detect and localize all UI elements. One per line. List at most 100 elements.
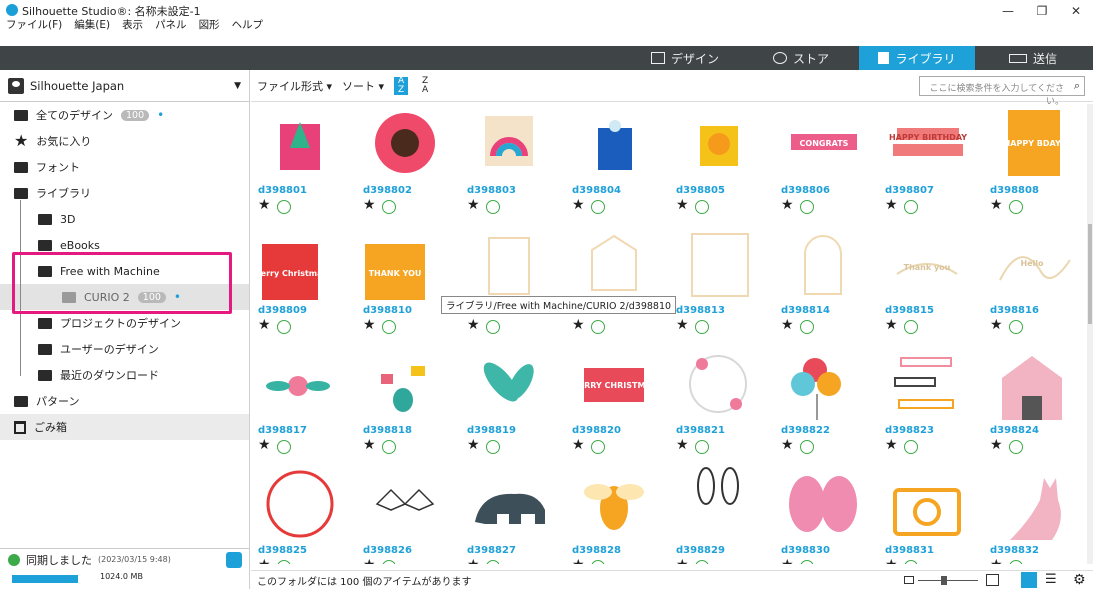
- design-card[interactable]: Merry Christmas d398809 ★: [258, 224, 358, 344]
- favorite-star-icon[interactable]: ★: [572, 557, 585, 564]
- design-card[interactable]: d398829★: [676, 464, 776, 564]
- design-card[interactable]: HAPPY BIRTHDAY d398807 ★: [885, 104, 985, 224]
- sidebar-item-user-designs[interactable]: ユーザーのデザイン: [0, 336, 249, 362]
- design-card[interactable]: d398811★: [467, 224, 567, 344]
- design-card[interactable]: d398803 ★: [467, 104, 567, 224]
- design-card[interactable]: MERRY CHRISTMAS d398820 ★: [572, 344, 672, 464]
- menu-edit[interactable]: 編集(E): [74, 17, 110, 31]
- favorite-star-icon[interactable]: ★: [990, 437, 1003, 453]
- design-card[interactable]: HAPPY BDAY! d398808 ★: [990, 104, 1086, 224]
- tab-design[interactable]: デザイン: [627, 46, 743, 70]
- favorite-star-icon[interactable]: ★: [258, 437, 271, 453]
- design-card[interactable]: d398805 ★: [676, 104, 776, 224]
- favorite-star-icon[interactable]: ★: [467, 437, 480, 453]
- sort-az-icon[interactable]: AZ: [394, 76, 409, 95]
- file-type-filter[interactable]: ファイル形式 ▾: [257, 78, 332, 94]
- menu-help[interactable]: ヘルプ: [232, 17, 264, 31]
- favorite-star-icon[interactable]: ★: [467, 317, 480, 333]
- thumbnail-size-slider[interactable]: [918, 580, 978, 581]
- sidebar-item-favorites[interactable]: ★ お気に入り: [0, 128, 249, 154]
- favorite-star-icon[interactable]: ★: [258, 317, 271, 333]
- menu-file[interactable]: ファイル(F): [6, 17, 62, 31]
- favorite-star-icon[interactable]: ★: [572, 437, 585, 453]
- search-input[interactable]: ここに検索条件を入力してください。 ⌕: [919, 76, 1085, 107]
- design-card[interactable]: d398827★: [467, 464, 567, 564]
- sort-za-icon[interactable]: ZA: [418, 76, 432, 95]
- design-card[interactable]: d398819 ★: [467, 344, 567, 464]
- favorite-star-icon[interactable]: ★: [363, 197, 376, 213]
- design-card[interactable]: d398802 ★: [363, 104, 463, 224]
- menu-view[interactable]: 表示: [122, 17, 143, 31]
- favorite-star-icon[interactable]: ★: [990, 557, 1003, 564]
- favorite-star-icon[interactable]: ★: [676, 557, 689, 564]
- favorite-star-icon[interactable]: ★: [363, 317, 376, 333]
- favorite-star-icon[interactable]: ★: [676, 197, 689, 213]
- design-card[interactable]: d398814 ★: [781, 224, 881, 344]
- favorite-star-icon[interactable]: ★: [781, 557, 794, 564]
- favorite-star-icon[interactable]: ★: [885, 197, 898, 213]
- sidebar-item-recent-downloads[interactable]: 最近のダウンロード: [0, 362, 249, 388]
- gear-icon[interactable]: ⚙: [1073, 572, 1086, 588]
- grid-scrollbar[interactable]: [1087, 104, 1093, 564]
- favorite-star-icon[interactable]: ★: [676, 317, 689, 333]
- favorite-star-icon[interactable]: ★: [990, 317, 1003, 333]
- scrollbar-thumb[interactable]: [1088, 224, 1092, 324]
- favorite-star-icon[interactable]: ★: [467, 557, 480, 564]
- sidebar-item-library[interactable]: ライブラリ: [0, 180, 249, 206]
- maximize-button[interactable]: ❐: [1025, 0, 1059, 24]
- favorite-star-icon[interactable]: ★: [885, 557, 898, 564]
- favorite-star-icon[interactable]: ★: [781, 437, 794, 453]
- favorite-star-icon[interactable]: ★: [467, 197, 480, 213]
- design-card[interactable]: d398826★: [363, 464, 463, 564]
- design-card[interactable]: d398822 ★: [781, 344, 881, 464]
- sort-dropdown[interactable]: ソート ▾: [342, 78, 384, 94]
- design-card[interactable]: d398804 ★: [572, 104, 672, 224]
- favorite-star-icon[interactable]: ★: [885, 437, 898, 453]
- design-card[interactable]: d398831★: [885, 464, 985, 564]
- favorite-star-icon[interactable]: ★: [781, 317, 794, 333]
- favorite-star-icon[interactable]: ★: [885, 317, 898, 333]
- favorite-star-icon[interactable]: ★: [258, 557, 271, 564]
- design-card[interactable]: d398801 ★: [258, 104, 358, 224]
- grid-view-icon[interactable]: [1021, 572, 1037, 588]
- favorite-star-icon[interactable]: ★: [990, 197, 1003, 213]
- design-card[interactable]: d398813 ★: [676, 224, 776, 344]
- favorite-star-icon[interactable]: ★: [363, 557, 376, 564]
- menu-panel[interactable]: パネル: [155, 17, 187, 31]
- sidebar-item-3d[interactable]: 3D: [0, 206, 249, 232]
- minimize-button[interactable]: —: [991, 0, 1025, 24]
- favorite-star-icon[interactable]: ★: [572, 317, 585, 333]
- design-card[interactable]: d398812★: [572, 224, 672, 344]
- design-card[interactable]: d398823 ★: [885, 344, 985, 464]
- tab-send[interactable]: 送信: [975, 46, 1091, 70]
- menu-shapes[interactable]: 図形: [199, 17, 220, 31]
- design-card[interactable]: d398830★: [781, 464, 881, 564]
- favorite-star-icon[interactable]: ★: [781, 197, 794, 213]
- favorite-star-icon[interactable]: ★: [676, 437, 689, 453]
- design-card[interactable]: d398825★: [258, 464, 358, 564]
- thumbnail-small-icon[interactable]: [904, 576, 914, 584]
- design-card[interactable]: Thank you d398815 ★: [885, 224, 985, 344]
- thumbnail-large-icon[interactable]: [986, 574, 999, 586]
- sidebar-item-patterns[interactable]: パターン: [0, 388, 249, 414]
- favorite-star-icon[interactable]: ★: [572, 197, 585, 213]
- design-card[interactable]: d398832★: [990, 464, 1086, 564]
- tab-library[interactable]: ライブラリ: [859, 46, 975, 70]
- refresh-icon[interactable]: [226, 551, 242, 568]
- design-card[interactable]: d398828★: [572, 464, 672, 564]
- sidebar-item-trash[interactable]: ごみ箱: [0, 414, 249, 440]
- favorite-star-icon[interactable]: ★: [258, 197, 271, 213]
- search-icon[interactable]: ⌕: [1074, 79, 1080, 93]
- slider-handle[interactable]: [941, 576, 947, 585]
- sidebar-item-all-designs[interactable]: 全てのデザイン 100 •: [0, 102, 249, 128]
- design-card[interactable]: d398818 ★: [363, 344, 463, 464]
- favorite-star-icon[interactable]: ★: [363, 437, 376, 453]
- design-card[interactable]: Hello d398816 ★: [990, 224, 1086, 344]
- sidebar-item-fonts[interactable]: フォント: [0, 154, 249, 180]
- tab-store[interactable]: ストア: [743, 46, 859, 70]
- account-selector[interactable]: Silhouette Japan ▼: [0, 70, 249, 102]
- design-card[interactable]: d398817 ★: [258, 344, 358, 464]
- design-card[interactable]: CONGRATS d398806 ★: [781, 104, 881, 224]
- design-card[interactable]: THANK YOU d398810 ★: [363, 224, 463, 344]
- design-card[interactable]: d398821 ★: [676, 344, 776, 464]
